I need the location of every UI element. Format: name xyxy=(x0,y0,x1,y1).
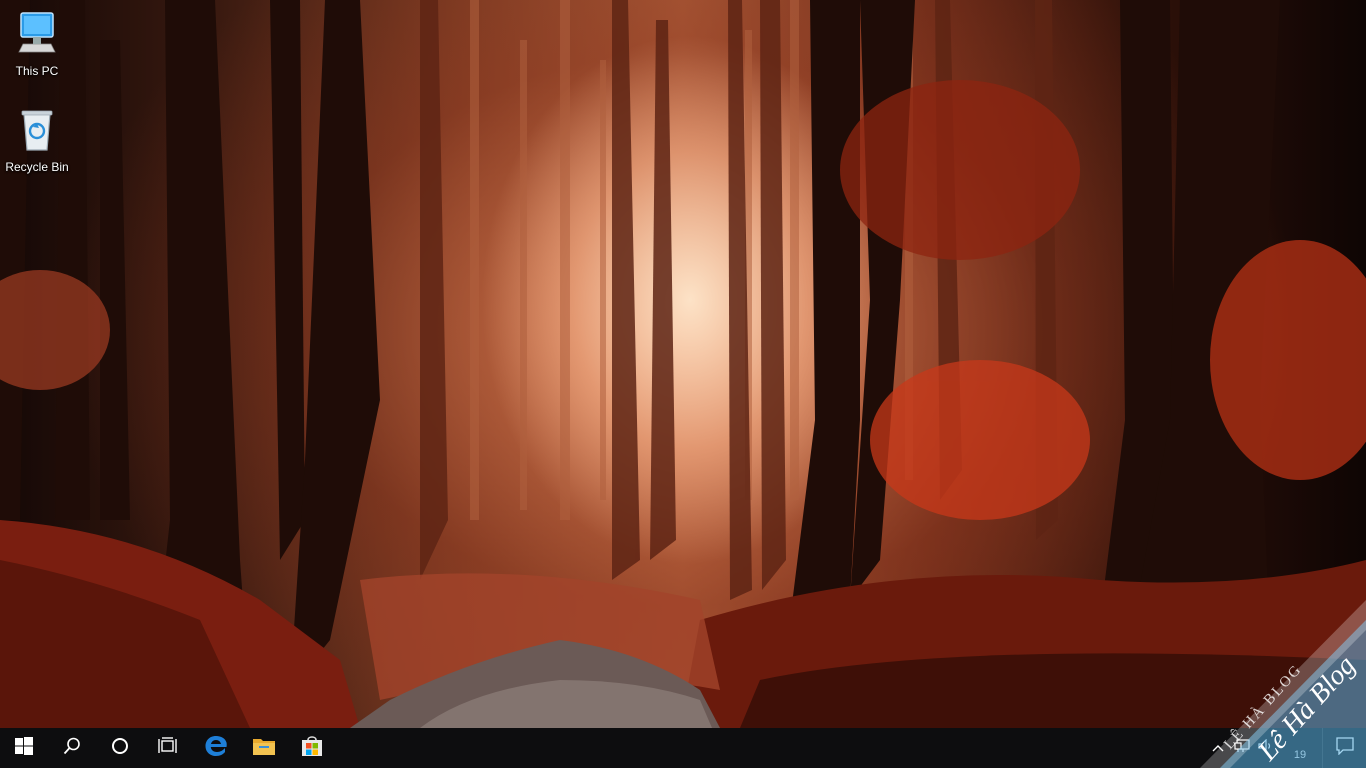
notification-icon xyxy=(1335,736,1354,760)
this-pc-icon xyxy=(13,10,61,61)
store-icon xyxy=(300,734,324,763)
taskbar-clock[interactable]: 19 xyxy=(1278,728,1322,768)
desktop-icon-this-pc[interactable]: This PC xyxy=(0,10,74,78)
desktop-wallpaper xyxy=(0,0,1366,728)
desktop-icon-label: Recycle Bin xyxy=(5,160,69,174)
taskbar-pinned-edge[interactable] xyxy=(192,728,240,768)
start-button[interactable] xyxy=(0,728,48,768)
system-tray: 19 xyxy=(1206,728,1366,768)
taskbar-pinned-file-explorer[interactable] xyxy=(240,728,288,768)
cortana-circle-icon xyxy=(111,737,129,760)
speaker-icon xyxy=(1258,738,1274,758)
edge-icon xyxy=(204,734,228,763)
show-hidden-icons-button[interactable] xyxy=(1206,728,1230,768)
desktop-icon-label: This PC xyxy=(15,64,59,78)
network-icon xyxy=(1234,738,1250,758)
recycle-bin-icon xyxy=(13,108,61,157)
task-view-button[interactable] xyxy=(144,728,192,768)
taskbar: 19 xyxy=(0,728,1366,768)
windows-logo-icon xyxy=(15,736,33,760)
cortana-button[interactable] xyxy=(96,728,144,768)
volume-tray-button[interactable] xyxy=(1254,728,1278,768)
clock-date-text: 19 xyxy=(1293,749,1307,761)
taskbar-pinned-store[interactable] xyxy=(288,728,336,768)
chevron-up-icon xyxy=(1212,739,1224,757)
desktop-icon-recycle-bin[interactable]: Recycle Bin xyxy=(0,108,74,174)
forest-illustration xyxy=(0,0,1366,728)
search-button[interactable] xyxy=(48,728,96,768)
network-tray-button[interactable] xyxy=(1230,728,1254,768)
file-explorer-icon xyxy=(252,735,276,762)
search-icon xyxy=(63,737,81,760)
action-center-button[interactable] xyxy=(1322,728,1366,768)
task-view-icon xyxy=(158,736,178,760)
